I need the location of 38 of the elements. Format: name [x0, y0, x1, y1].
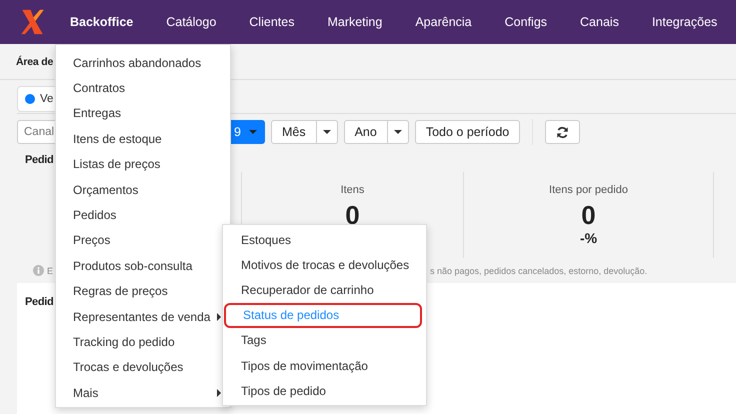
- year-button[interactable]: Ano: [344, 120, 388, 144]
- stat-value: 0: [581, 200, 596, 230]
- chip-label: Ve: [40, 93, 54, 105]
- nav-tab[interactable]: Clientes: [249, 15, 294, 29]
- note-text: E: [47, 266, 54, 276]
- nav-tab[interactable]: Configs: [504, 15, 548, 29]
- menu-item[interactable]: Tags: [223, 328, 426, 353]
- menu-item[interactable]: Motivos de trocas e devoluções: [223, 252, 426, 278]
- card-title: Pedid: [25, 296, 54, 308]
- section-title: Pedid: [25, 154, 54, 166]
- menu-item[interactable]: Trocas e devoluções: [56, 354, 222, 380]
- stat-label: Itens por pedido: [549, 184, 628, 196]
- nav-tab[interactable]: Catálogo: [166, 15, 216, 29]
- month-button[interactable]: Mês: [270, 120, 317, 144]
- menu-item[interactable]: Listas de preços: [56, 152, 222, 177]
- menu-item[interactable]: Itens de estoque: [56, 126, 222, 152]
- nav-tab[interactable]: Canais: [580, 15, 619, 29]
- menu-item[interactable]: Produtos sob-consulta: [56, 253, 222, 279]
- page-title: Área de: [16, 56, 54, 68]
- menu-item[interactable]: Carrinhos abandonados: [56, 50, 222, 76]
- nav-tab[interactable]: Aparência: [415, 15, 472, 29]
- menu-item[interactable]: Orçamentos: [56, 176, 222, 202]
- menu-item[interactable]: Tracking do pedido: [56, 329, 222, 355]
- menu-item[interactable]: Recuperador de carrinho: [223, 277, 426, 303]
- menu-item[interactable]: Preços: [56, 228, 222, 254]
- menu-item[interactable]: Estoques: [223, 227, 426, 252]
- nav-tab[interactable]: Marketing: [327, 15, 382, 29]
- stat-value: 0: [345, 200, 360, 230]
- menu-item[interactable]: Tipos de pedido: [223, 378, 426, 404]
- note-text: s não pagos, pedidos cancelados, estorno, devolução.: [430, 266, 648, 276]
- menu-item[interactable]: Tipos de movimentação: [223, 352, 426, 378]
- nav-tab[interactable]: Backoffice: [70, 15, 134, 29]
- all-period-button[interactable]: Todo o período: [414, 120, 520, 144]
- stat-label: Itens: [340, 184, 364, 196]
- menu-item[interactable]: Regras de preços: [56, 278, 222, 304]
- stat-change: -%: [580, 230, 598, 246]
- menu-item[interactable]: Pedidos: [56, 202, 222, 228]
- nav-tab[interactable]: Integrações: [652, 15, 718, 29]
